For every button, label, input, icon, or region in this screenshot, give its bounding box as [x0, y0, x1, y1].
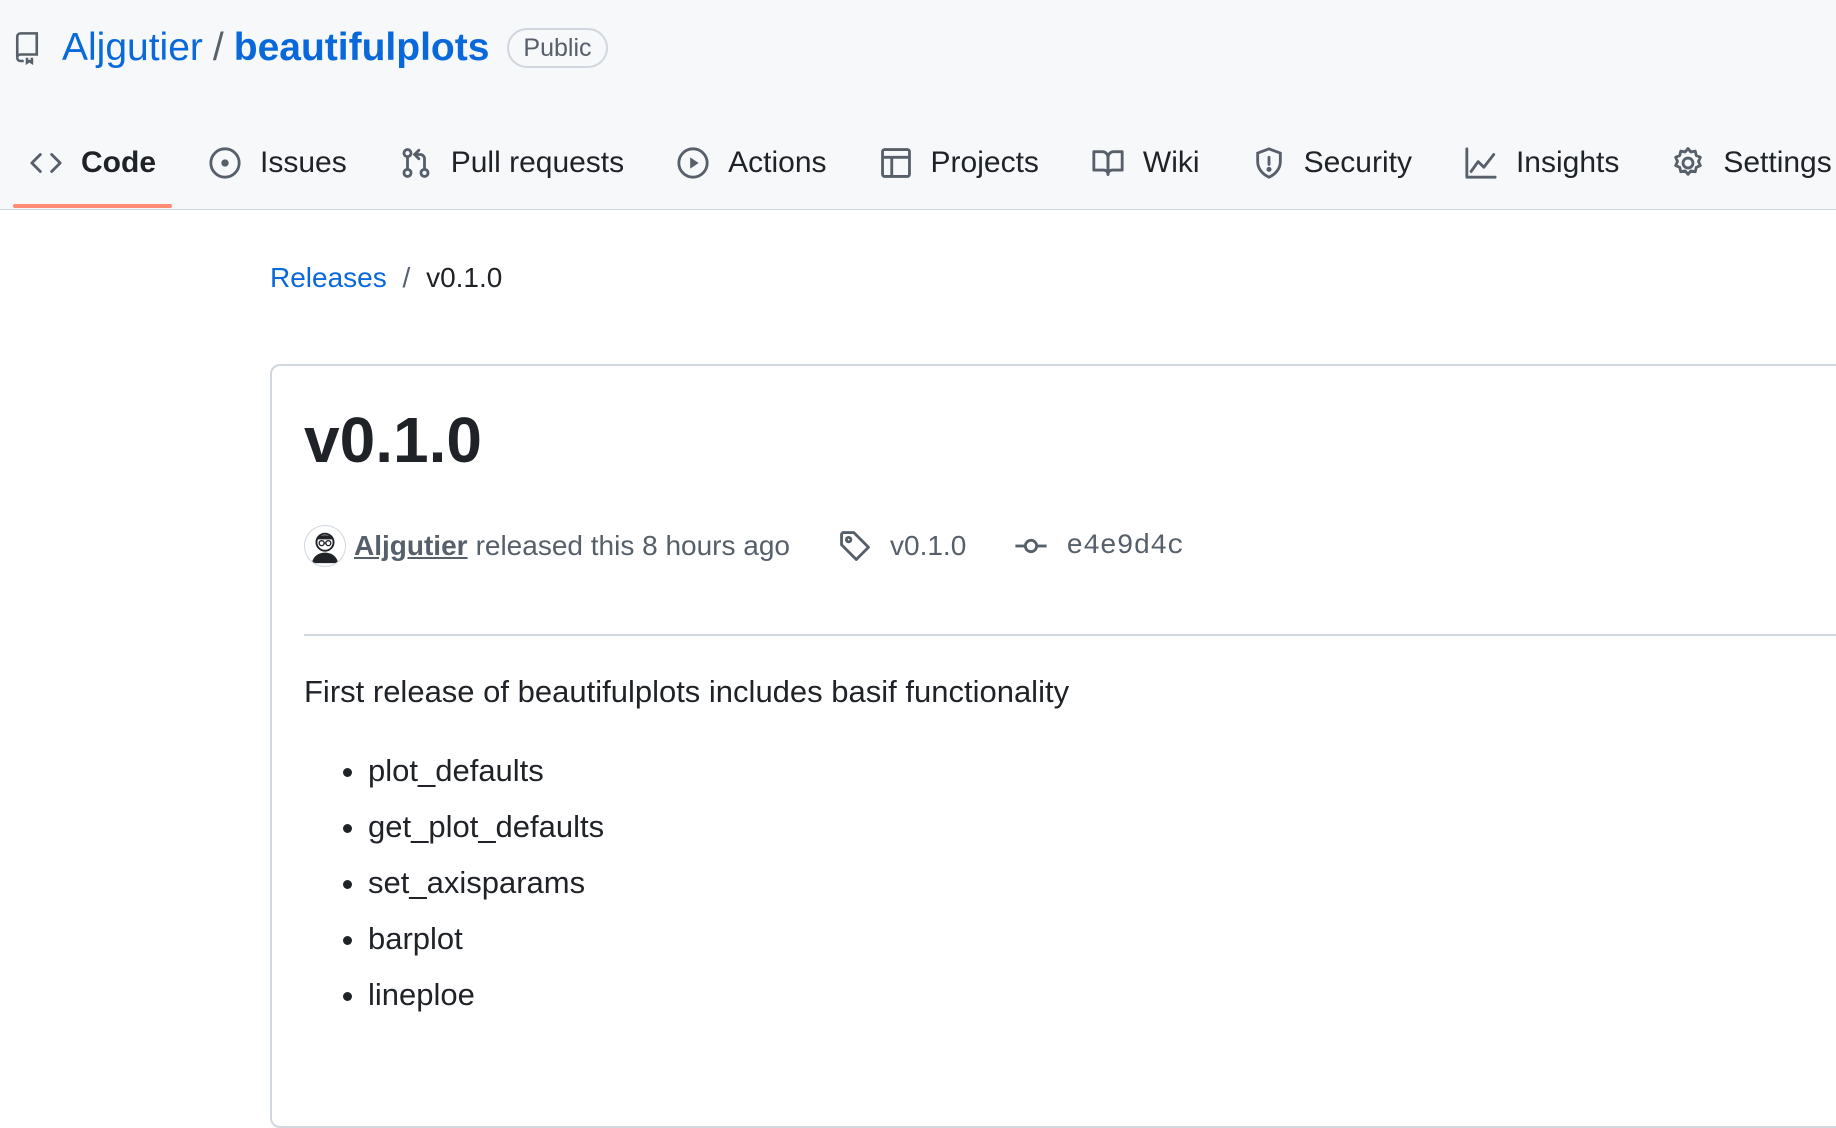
tab-code[interactable]: Code [13, 132, 172, 208]
release-commit-sha: e4e9d4c [1066, 530, 1184, 562]
list-item: get_plot_defaults [368, 808, 604, 864]
tab-security[interactable]: Security [1236, 132, 1428, 194]
tab-projects[interactable]: Projects [863, 132, 1055, 194]
repo-owner-link[interactable]: Aljgutier [62, 26, 203, 70]
tab-label: Projects [930, 146, 1039, 179]
shield-icon [1252, 146, 1286, 180]
tab-wiki[interactable]: Wiki [1075, 132, 1216, 194]
repo-header: Aljgutier / beautifulplots Public Code I… [0, 0, 1836, 210]
repo-name-link[interactable]: beautifulplots [234, 26, 490, 70]
list-item: plot_defaults [368, 752, 604, 808]
release-title: v0.1.0 [304, 404, 482, 476]
tab-issues[interactable]: Issues [192, 132, 363, 194]
issue-opened-icon [208, 146, 242, 180]
repo-separator: / [212, 26, 224, 69]
release-time-text: released this 8 hours ago [475, 530, 790, 561]
repo-nav-tabs: Code Issues Pull requests Actions Projec… [13, 132, 1836, 210]
breadcrumb-current: v0.1.0 [426, 262, 503, 293]
breadcrumb-separator: / [402, 262, 411, 293]
release-tag-label: v0.1.0 [890, 530, 967, 561]
repo-icon [14, 30, 44, 66]
breadcrumb-releases-link[interactable]: Releases [270, 262, 387, 293]
commit-icon [1014, 529, 1048, 563]
release-commit[interactable]: e4e9d4c [1014, 529, 1184, 563]
avatar[interactable] [304, 525, 346, 567]
tab-pull-requests[interactable]: Pull requests [383, 132, 640, 194]
play-icon [676, 146, 710, 180]
tab-label: Actions [728, 146, 827, 179]
tab-actions[interactable]: Actions [660, 132, 842, 194]
repo-title-row: Aljgutier / beautifulplots Public [14, 22, 608, 74]
list-item: barplot [368, 920, 604, 976]
code-icon [29, 146, 63, 180]
git-pull-request-icon [399, 146, 433, 180]
release-notes-intro: First release of beautifulplots includes… [304, 674, 1070, 709]
book-icon [1091, 146, 1125, 180]
visibility-badge: Public [507, 28, 608, 68]
tab-label: Code [81, 146, 156, 179]
release-author-link[interactable]: Aljgutier [354, 530, 468, 562]
release-meta: Aljgutier released this 8 hours ago v0.1… [304, 524, 1184, 568]
tab-label: Pull requests [450, 146, 625, 179]
tab-label: Wiki [1142, 146, 1200, 179]
gear-icon [1671, 146, 1705, 180]
release-notes-list: plot_defaults get_plot_defaults set_axis… [304, 752, 604, 1032]
tab-label: Insights [1515, 146, 1620, 179]
list-item: set_axisparams [368, 864, 604, 920]
breadcrumb: Releases / v0.1.0 [270, 262, 502, 294]
graph-icon [1464, 146, 1498, 180]
table-icon [879, 146, 913, 180]
divider [304, 634, 1836, 636]
tab-label: Issues [260, 146, 347, 179]
tab-insights[interactable]: Insights [1448, 132, 1635, 194]
release-card: v0.1.0 Aljgutier released this 8 hours a… [270, 364, 1836, 1128]
release-tag[interactable]: v0.1.0 [838, 529, 966, 563]
tab-settings[interactable]: Settings [1655, 132, 1836, 194]
tag-icon [838, 529, 872, 563]
list-item: lineploe [368, 976, 604, 1032]
tab-label: Security [1303, 146, 1412, 179]
tab-label: Settings [1723, 146, 1832, 179]
